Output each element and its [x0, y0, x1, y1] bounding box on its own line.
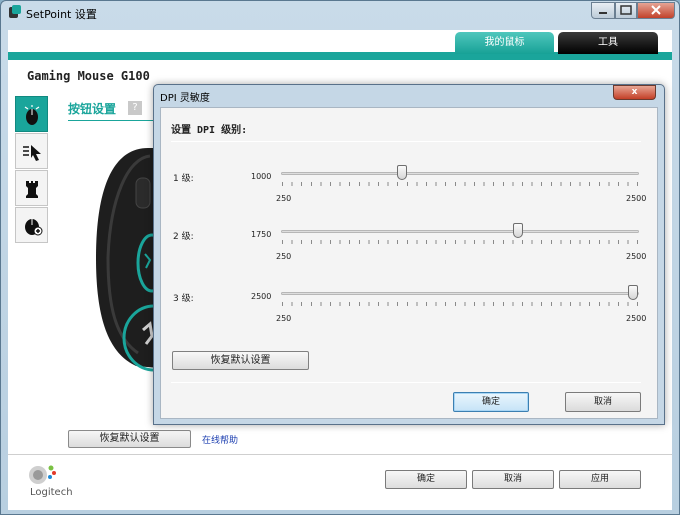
level-label: 2 级:	[173, 232, 194, 242]
slider-min-label: 250	[276, 314, 292, 323]
sidetab-device-settings[interactable]	[15, 207, 48, 243]
level-label: 1 级:	[173, 174, 194, 184]
dpi-slider-track[interactable]	[281, 172, 639, 175]
dpi-slider-thumb[interactable]	[397, 165, 408, 180]
close-button[interactable]	[637, 2, 675, 19]
slider-min-label: 250	[276, 252, 292, 261]
minimize-button[interactable]	[591, 2, 615, 19]
sidetab-button-settings[interactable]	[15, 96, 48, 132]
level-value: 1000	[251, 172, 272, 181]
setpoint-app-icon	[9, 5, 21, 18]
dialog-ok-button[interactable]: 确定	[453, 392, 529, 412]
online-help-link[interactable]: 在线帮助	[202, 433, 238, 446]
dpi-slider-thumb[interactable]	[512, 223, 523, 238]
mouse-buttons-icon	[24, 105, 40, 125]
mouse-plus-icon	[25, 219, 43, 236]
close-icon: x	[631, 87, 638, 97]
sidetab-game-settings[interactable]	[15, 170, 48, 206]
slider-max-label: 2500	[626, 252, 647, 261]
cancel-button[interactable]: 取消	[472, 470, 554, 489]
sidetab-pointer-settings[interactable]	[15, 133, 48, 169]
logitech-wordmark: Logitech	[30, 487, 73, 498]
pointer-speed-icon	[23, 145, 41, 161]
dpi-slider-thumb[interactable]	[628, 285, 638, 300]
minimize-icon	[599, 12, 607, 14]
level-value: 1750	[251, 230, 272, 239]
slider-min-label: 250	[276, 194, 292, 203]
heading-divider	[171, 141, 641, 142]
footer-divider	[171, 382, 641, 383]
dialog-restore-defaults-button[interactable]: 恢复默认设置	[172, 351, 309, 370]
tab-tools[interactable]: 工具	[558, 32, 658, 54]
dpi-heading: 设置 DPI 级别:	[171, 125, 248, 136]
footer-divider	[8, 454, 672, 455]
tab-my-mouse[interactable]: 我的鼠标	[455, 32, 554, 54]
maximize-button[interactable]	[615, 2, 637, 19]
dialog-close-button[interactable]: x	[613, 85, 656, 100]
dialog-body: 设置 DPI 级别: 1 级: 1000 250 2500 2 级: 1750 …	[160, 107, 658, 419]
logitech-logo-icon	[29, 465, 56, 484]
section-title: 按钮设置	[68, 102, 117, 116]
slider-ticks	[282, 182, 638, 186]
dialog-cancel-button[interactable]: 取消	[565, 392, 641, 412]
maximize-icon	[620, 5, 632, 15]
help-icon[interactable]: ?	[128, 101, 142, 115]
dialog-title: DPI 灵敏度	[160, 93, 210, 104]
close-icon	[651, 5, 661, 15]
mouse-image	[96, 148, 158, 372]
ok-button[interactable]: 确定	[385, 470, 467, 489]
title-bar: SetPoint 设置	[1, 1, 679, 23]
dpi-slider-track[interactable]	[281, 292, 639, 295]
slider-ticks	[282, 240, 638, 244]
dpi-sensitivity-dialog: DPI 灵敏度 x 设置 DPI 级别: 1 级: 1000 250 2500 …	[153, 84, 665, 425]
apply-button[interactable]: 应用	[559, 470, 641, 489]
restore-defaults-button[interactable]: 恢复默认设置	[68, 430, 191, 448]
slider-max-label: 2500	[626, 314, 647, 323]
chess-rook-icon	[26, 181, 38, 198]
setpoint-window: SetPoint 设置 我的鼠标 工具 Gaming Mouse G100 按钮…	[0, 0, 680, 515]
dpi-slider-track[interactable]	[281, 230, 639, 233]
level-value: 2500	[251, 292, 272, 301]
slider-max-label: 2500	[626, 194, 647, 203]
window-title: SetPoint 设置	[26, 8, 97, 21]
level-label: 3 级:	[173, 294, 194, 304]
slider-ticks	[282, 302, 638, 306]
